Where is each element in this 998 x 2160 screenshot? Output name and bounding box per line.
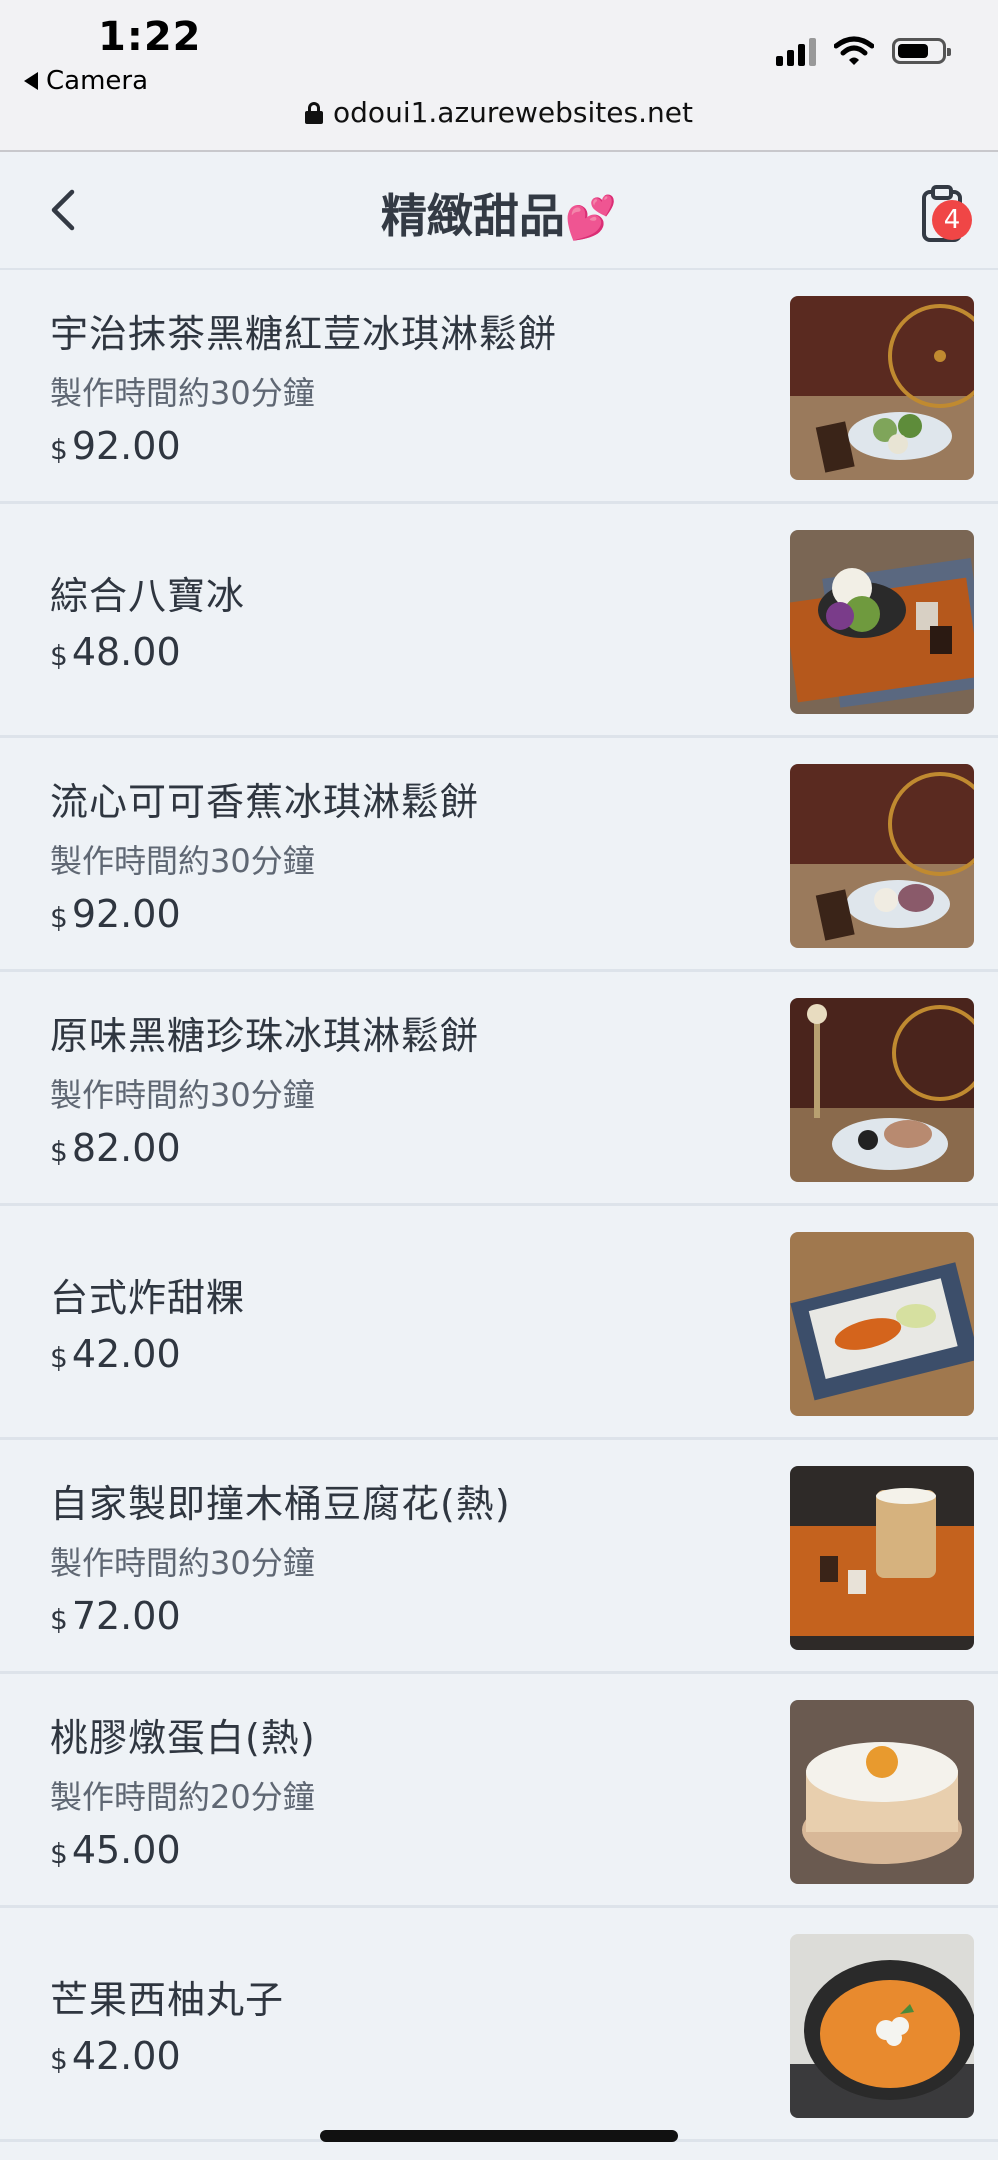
item-prep-time: 製作時間約30分鐘 <box>50 1544 315 1582</box>
menu-item[interactable]: 芒果西柚丸子 $42.00 <box>0 1908 998 2142</box>
url-text: odoui1.azurewebsites.net <box>333 96 693 129</box>
item-name: 原味黑糖珍珠冰琪淋鬆餅 <box>50 1014 480 1058</box>
menu-list: 宇治抹茶黑糖紅荳冰琪淋鬆餅 製作時間約30分鐘 $92.00 綜合八寶冰 $48… <box>0 270 998 2142</box>
item-price: $42.00 <box>50 1332 181 1376</box>
page-title-text: 精緻甜品 <box>380 189 565 243</box>
menu-item[interactable]: 自家製即撞木桶豆腐花(熱) 製作時間約30分鐘 $72.00 <box>0 1440 998 1674</box>
menu-item[interactable]: 台式炸甜粿 $42.00 <box>0 1206 998 1440</box>
status-bar: 1:22 Camera odoui1.azurewebsites.net <box>0 0 998 152</box>
item-photo[interactable] <box>790 1232 974 1416</box>
item-price: $42.00 <box>50 2034 181 2078</box>
item-name: 流心可可香蕉冰琪淋鬆餅 <box>50 780 480 824</box>
item-price: $48.00 <box>50 630 181 674</box>
back-to-app-button[interactable]: Camera <box>24 66 148 96</box>
page-header: 精緻甜品💕 <box>0 152 998 270</box>
menu-item[interactable]: 宇治抹茶黑糖紅荳冰琪淋鬆餅 製作時間約30分鐘 $92.00 <box>0 270 998 504</box>
page-title: 精緻甜品💕 <box>0 180 998 246</box>
lock-icon <box>305 101 324 124</box>
menu-item[interactable]: 綜合八寶冰 $48.00 <box>0 504 998 738</box>
menu-item[interactable]: 桃膠燉蛋白(熱) 製作時間約20分鐘 $45.00 <box>0 1674 998 1908</box>
status-time: 1:22 <box>98 14 202 60</box>
menu-item[interactable]: 原味黑糖珍珠冰琪淋鬆餅 製作時間約30分鐘 $82.00 <box>0 972 998 1206</box>
back-triangle-icon <box>24 72 38 90</box>
item-photo[interactable] <box>790 1700 974 1884</box>
status-icons <box>776 36 951 66</box>
item-photo[interactable] <box>790 1934 974 2118</box>
item-prep-time: 製作時間約30分鐘 <box>50 374 315 412</box>
item-price: $92.00 <box>50 424 181 468</box>
item-photo[interactable] <box>790 1466 974 1650</box>
back-to-app-label: Camera <box>46 66 149 96</box>
item-photo[interactable] <box>790 764 974 948</box>
item-name: 綜合八寶冰 <box>50 574 246 618</box>
item-photo[interactable] <box>790 998 974 1182</box>
menu-item[interactable]: 流心可可香蕉冰琪淋鬆餅 製作時間約30分鐘 $92.00 <box>0 738 998 972</box>
item-price: $82.00 <box>50 1126 181 1170</box>
item-photo[interactable] <box>790 296 974 480</box>
item-name: 宇治抹茶黑糖紅荳冰琪淋鬆餅 <box>50 312 558 356</box>
item-name: 桃膠燉蛋白(熱) <box>50 1716 316 1760</box>
item-photo[interactable] <box>790 530 974 714</box>
item-price: $45.00 <box>50 1828 181 1872</box>
item-price: $72.00 <box>50 1594 181 1638</box>
url-bar[interactable]: odoui1.azurewebsites.net <box>0 96 998 129</box>
item-name: 芒果西柚丸子 <box>50 1978 285 2022</box>
cart-count-badge: 4 <box>932 200 972 240</box>
item-prep-time: 製作時間約30分鐘 <box>50 842 315 880</box>
item-name: 自家製即撞木桶豆腐花(熱) <box>50 1482 511 1526</box>
two-hearts-icon: 💕 <box>564 193 618 242</box>
wifi-icon <box>834 36 874 65</box>
item-name: 台式炸甜粿 <box>50 1276 246 1320</box>
battery-icon <box>892 38 951 64</box>
item-prep-time: 製作時間約30分鐘 <box>50 1076 315 1114</box>
item-prep-time: 製作時間約20分鐘 <box>50 1778 315 1816</box>
item-price: $92.00 <box>50 892 181 936</box>
home-indicator[interactable] <box>320 2130 678 2142</box>
cellular-signal-icon <box>776 36 816 66</box>
